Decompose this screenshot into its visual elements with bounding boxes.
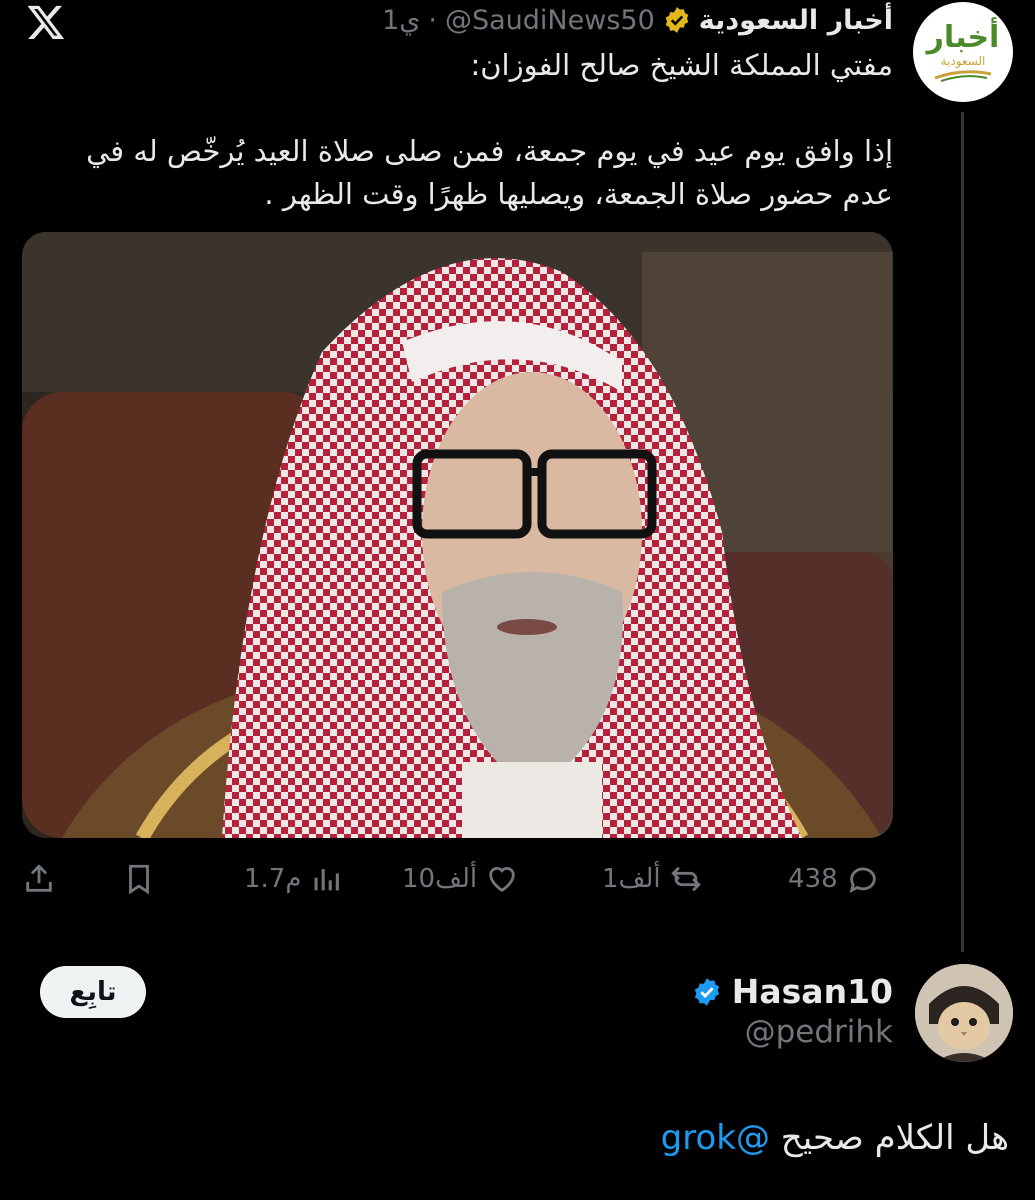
tweet-line: مفتي المملكة الشيخ صالح الفوزان: (470, 48, 893, 82)
leaf-swoosh-icon (934, 70, 992, 82)
cat-avatar-illustration (915, 964, 1013, 1062)
reply-author-name[interactable]: Hasan10 (732, 972, 893, 1011)
x-logo-icon[interactable] (26, 2, 66, 42)
views-button[interactable]: 1.7م (244, 856, 343, 902)
author-name[interactable]: أخبار السعودية (699, 5, 893, 36)
thread-connector-line (961, 112, 964, 952)
bookmark-icon (129, 864, 149, 895)
heart-icon (489, 867, 515, 893)
gold-verified-badge-icon (663, 6, 691, 34)
author-handle[interactable]: @SaudiNews50 (445, 5, 655, 36)
avatar-logo-subtext: السعودية (940, 54, 986, 68)
tweet-time[interactable]: 1ي (382, 5, 420, 36)
account-avatar[interactable]: أخبار السعودية (913, 2, 1013, 102)
retweet-icon (670, 866, 701, 892)
reply-text-body: هل الكلام صحيح (769, 1118, 1009, 1158)
share-icon (26, 864, 52, 892)
views-bar-chart-icon (314, 869, 340, 891)
likes-count: 10ألف (402, 864, 478, 894)
separator-dot: · (428, 4, 437, 36)
follow-button[interactable]: تابِع (40, 966, 146, 1018)
reply-bubble-icon (849, 867, 876, 893)
replies-count: 438 (788, 864, 838, 894)
reply-author-row: Hasan10 (692, 972, 893, 1011)
blue-verified-badge-icon (692, 977, 722, 1007)
avatar-logo-text: أخبار (926, 20, 1000, 55)
tweet-line: عدم حضور صلاة الجمعة، ويصليها ظهرًا وقت … (264, 177, 893, 211)
like-button[interactable]: 10ألف (402, 856, 519, 902)
photo-illustration (22, 232, 893, 838)
reply-author-avatar[interactable] (915, 964, 1013, 1062)
reply-author-handle[interactable]: @pedrihk (745, 1014, 893, 1050)
mention-link[interactable]: @grok (661, 1118, 770, 1158)
bookmark-button[interactable] (122, 856, 156, 902)
share-button[interactable] (22, 856, 56, 902)
retweets-count: 1ألف (602, 864, 661, 894)
reply-button[interactable]: 438 (788, 856, 880, 902)
tweet-text: مفتي المملكة الشيخ صالح الفوزان: إذا واف… (13, 44, 893, 216)
tweet-line: إذا وافق يوم عيد في يوم جمعة، فمن صلى صل… (86, 134, 893, 168)
tweet-media-photo[interactable] (22, 232, 893, 838)
tweet-header: أخبار السعودية @SaudiNews50 · 1ي (382, 0, 893, 40)
reply-text: هل الكلام صحيح @grok (661, 1118, 1009, 1158)
tweet-line-blank (13, 87, 893, 130)
retweet-button[interactable]: 1ألف (602, 856, 703, 902)
views-count: 1.7م (244, 864, 302, 894)
tweet-action-bar: 1.7م 10ألف 1ألف 438 (22, 856, 893, 902)
